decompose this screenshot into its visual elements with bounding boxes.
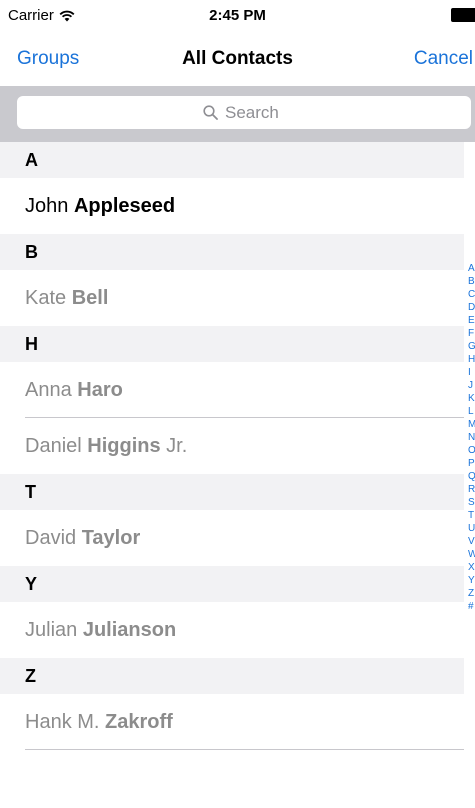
contact-first-name: Hank M. [25, 710, 100, 733]
section-index-letter[interactable]: T [468, 509, 475, 522]
contact-last-name: Julianson [82, 618, 177, 641]
status-time: 2:45 PM [209, 7, 266, 24]
section-index[interactable]: A B C D E F G H I J K L M N O P Q R S T U V W X Y Z # [468, 262, 475, 613]
section-index-letter[interactable]: # [468, 600, 475, 613]
section-index-letter[interactable]: M [468, 418, 475, 431]
section-index-letter[interactable]: O [468, 444, 475, 457]
contact-row[interactable]: David Taylor [0, 510, 464, 566]
contact-row[interactable]: Julian Julianson [0, 602, 464, 658]
battery-icon [451, 8, 475, 22]
section-index-letter[interactable]: F [468, 327, 475, 340]
contact-first-name: Julian [25, 618, 78, 641]
contact-suffix: Jr. [166, 434, 188, 457]
search-icon [203, 105, 218, 120]
section-index-letter[interactable]: C [468, 288, 475, 301]
section-index-letter[interactable]: Y [468, 574, 475, 587]
section-index-letter[interactable]: H [468, 353, 475, 366]
contact-first-name: John [25, 194, 69, 217]
section-index-letter[interactable]: S [468, 496, 475, 509]
contact-row[interactable]: Kate Bell [0, 270, 464, 326]
navigation-bar: Groups All Contacts Cancel [0, 34, 475, 86]
section-index-letter[interactable]: K [468, 392, 475, 405]
contact-row[interactable]: Anna Haro [0, 362, 464, 418]
section-index-letter[interactable]: A [468, 262, 475, 275]
section-index-letter[interactable]: G [468, 340, 475, 353]
section-index-letter[interactable]: L [468, 405, 475, 418]
section-index-letter[interactable]: P [468, 457, 475, 470]
section-header-y: Y [0, 566, 464, 602]
section-index-letter[interactable]: U [468, 522, 475, 535]
contact-list: A John Appleseed B Kate Bell H Anna Haro… [0, 142, 464, 750]
contact-row[interactable]: Hank M. Zakroff [0, 694, 464, 750]
contact-first-name: Anna [25, 378, 72, 401]
section-header-b: B [0, 234, 464, 270]
contact-last-name: Haro [77, 378, 123, 401]
contact-first-name: David [25, 526, 77, 549]
section-header-h: H [0, 326, 464, 362]
contact-last-name: Zakroff [105, 710, 173, 733]
section-index-letter[interactable]: D [468, 301, 475, 314]
search-input[interactable] [225, 102, 285, 123]
section-header-t: T [0, 474, 464, 510]
section-index-letter[interactable]: B [468, 275, 475, 288]
section-header-z: Z [0, 658, 464, 694]
page-title: All Contacts [182, 48, 293, 69]
section-index-letter[interactable]: Q [468, 470, 475, 483]
section-header-a: A [0, 142, 464, 178]
search-bar [0, 86, 475, 142]
contact-last-name: Higgins [87, 434, 161, 457]
section-index-letter[interactable]: R [468, 483, 475, 496]
section-index-letter[interactable]: N [468, 431, 475, 444]
section-index-letter[interactable]: E [468, 314, 475, 327]
section-index-letter[interactable]: W [468, 548, 475, 561]
contact-last-name: Taylor [81, 526, 141, 549]
section-index-letter[interactable]: V [468, 535, 475, 548]
section-index-letter[interactable]: I [468, 366, 475, 379]
cancel-button[interactable]: Cancel [414, 48, 473, 70]
contact-last-name: Bell [71, 286, 109, 309]
section-index-letter[interactable]: X [468, 561, 475, 574]
contact-row[interactable]: John Appleseed [0, 178, 464, 234]
contact-row[interactable]: Daniel Higgins Jr. [0, 418, 464, 474]
section-index-letter[interactable]: J [468, 379, 475, 392]
section-index-letter[interactable]: Z [468, 587, 475, 600]
contact-first-name: Daniel [25, 434, 82, 457]
status-bar: Carrier 2:45 PM [0, 0, 475, 34]
contact-first-name: Kate [25, 286, 67, 309]
search-field[interactable] [17, 96, 471, 129]
contact-last-name: Appleseed [73, 194, 176, 217]
